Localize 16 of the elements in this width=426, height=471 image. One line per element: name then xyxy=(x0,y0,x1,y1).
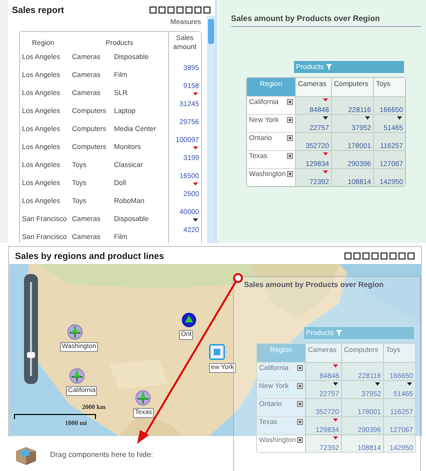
expand-icon[interactable] xyxy=(297,419,303,425)
expand-icon[interactable] xyxy=(297,365,303,371)
expand-icon[interactable] xyxy=(287,117,293,123)
expand-icon[interactable] xyxy=(297,437,303,443)
expand-icon[interactable] xyxy=(297,401,303,407)
expand-icon[interactable] xyxy=(287,153,293,159)
expand-icon[interactable] xyxy=(287,135,293,141)
scrollbar[interactable] xyxy=(207,16,215,243)
panel-title: Sales amount by Products over Region xyxy=(231,14,421,27)
expand-icon[interactable] xyxy=(287,99,293,105)
zoom-slider[interactable] xyxy=(24,274,38,384)
expand-icon[interactable] xyxy=(287,171,293,177)
expand-icon[interactable] xyxy=(297,383,303,389)
panel-title: Sales by regions and product lines xyxy=(15,250,164,260)
widget-icon[interactable] xyxy=(209,344,225,360)
panel-title: Sales report xyxy=(12,5,64,15)
